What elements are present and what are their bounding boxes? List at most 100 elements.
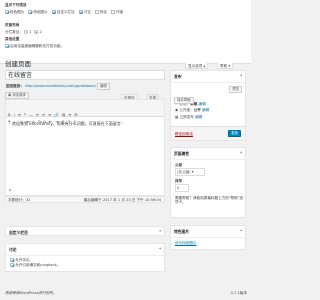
allow-pings-checkbox[interactable] bbox=[10, 263, 14, 268]
add-media-label: 添加媒体 bbox=[12, 93, 26, 97]
chevron-down-icon: ▾ bbox=[228, 63, 231, 68]
columns-radio[interactable] bbox=[34, 30, 39, 34]
chevron-up-icon: ▴ bbox=[203, 63, 206, 68]
columns-option-1[interactable]: 1 bbox=[24, 30, 31, 34]
chevron-up-icon[interactable]: ▴ bbox=[240, 150, 242, 154]
permalink-label: 固定链接： bbox=[6, 84, 24, 88]
screen-option-checkbox[interactable] bbox=[94, 10, 99, 14]
set-featured-image-link[interactable]: 设为特色图片 bbox=[171, 238, 245, 248]
last-edit: 最后编辑于 2017 年 1 月 23 日 下午 10:56:04 bbox=[83, 198, 161, 202]
columns-option-label: 1 bbox=[29, 30, 32, 34]
screen-option-item[interactable]: 别名 bbox=[94, 10, 107, 14]
columns-label: 分栏数目： bbox=[5, 30, 23, 34]
featured-image-header[interactable]: 特色图片 ▴ bbox=[171, 226, 245, 238]
calendar-icon: ▦ bbox=[175, 114, 179, 119]
screen-option-item[interactable]: 自定义栏目 bbox=[51, 10, 75, 14]
allow-pings-label: 允许引用通告和pingback。 bbox=[15, 263, 61, 268]
editor-box: B I ≡ ❝ — ≡ ≡ ≡ 🔗 ⊠ ≡ ⊞ ¶ — U ≡ A T Ω ⇤ ⇥ ↶ ↷? 欢迎来到 ExcelFami… bbox=[5, 99, 165, 196]
columns-row: 分栏数目： 1 2 bbox=[5, 30, 45, 34]
discussion-box: 讨论 ▴ 允许评论。 允许引用通告和pingback。 bbox=[5, 243, 165, 272]
columns-option-2[interactable]: 2 bbox=[34, 30, 42, 34]
toolbar-row-2: ¶ — U ≡ A T Ω ⇤ ⇥ ↶ ↷? bbox=[8, 108, 162, 124]
permalink-url[interactable]: http://www.excelfamily.com/guestbook/ bbox=[25, 84, 96, 88]
publish-header[interactable]: 发布 ▴ bbox=[171, 71, 245, 83]
editor-toolbar: B I ≡ ❝ — ≡ ≡ ≡ 🔗 ⊠ ≡ ⊞ ¶ — U ≡ A T Ω ⇤ ⇥ ↶ ↷? bbox=[6, 100, 164, 124]
visibility-value: 公开 bbox=[193, 108, 201, 113]
allow-pings-row[interactable]: 允许引用通告和pingback。 bbox=[6, 262, 164, 268]
preview-button[interactable]: 预览 bbox=[229, 86, 242, 93]
screen-option-checkbox[interactable] bbox=[51, 10, 56, 14]
custom-fields-box[interactable]: 自定义栏目 ▾ bbox=[5, 226, 165, 239]
visibility-label: 公开度： bbox=[179, 108, 194, 113]
fullheight-checkbox[interactable] bbox=[5, 44, 9, 48]
toolbar-row-1: B I ≡ ❝ — ≡ ≡ ≡ 🔗 ⊠ ≡ ⊞ bbox=[8, 101, 162, 117]
screen-option-label: 特色图片 bbox=[10, 10, 25, 14]
permalink-edit-button[interactable]: 编辑 bbox=[96, 83, 110, 90]
help-tab-label: 帮助 bbox=[220, 63, 228, 68]
chevron-down-icon[interactable]: ▾ bbox=[159, 229, 161, 233]
featured-image-box: 特色图片 ▴ 设为特色图片 bbox=[170, 225, 246, 250]
visibility-edit-link[interactable]: 编辑 bbox=[202, 108, 209, 112]
toolbar-button[interactable]: ¶ bbox=[8, 119, 10, 124]
word-count: 字数统计：31 bbox=[8, 198, 31, 202]
discussion-header[interactable]: 讨论 ▴ bbox=[6, 244, 164, 256]
footer-version: 4.7.1版本 bbox=[230, 291, 247, 295]
page-title: 创建页面 bbox=[5, 60, 31, 68]
media-icon: ▣ bbox=[8, 93, 12, 97]
publish-box: 发布 ▴ 保存草稿 预览 ⚑ 状态：草稿 编辑 ◉ 公开度：公开 编辑 ▦ 立即… bbox=[170, 70, 246, 141]
additional-heading: 其他设置 bbox=[5, 37, 20, 41]
parent-label: 父级 bbox=[175, 163, 183, 167]
featured-image-title: 特色图片 bbox=[174, 228, 190, 234]
screen-option-label: 特色图片 bbox=[33, 10, 48, 14]
custom-fields-header[interactable]: 自定义栏目 ▾ bbox=[6, 227, 164, 239]
page-attributes-box: 页面属性 ▴ 父级 (无父级) ▾ 排序 0 需要帮助？请使用屏幕标题上方的"帮… bbox=[170, 147, 246, 218]
schedule-label: 立即发布 bbox=[179, 114, 194, 119]
custom-fields-title: 自定义栏目 bbox=[9, 229, 28, 235]
screen-option-item[interactable]: 特色图片 bbox=[5, 10, 24, 14]
schedule-row: ▦ 立即发布 编辑 bbox=[171, 114, 245, 120]
screen-option-checkbox[interactable] bbox=[111, 10, 116, 14]
screen-options-tab[interactable]: 显示选项 ▴ bbox=[185, 63, 209, 70]
screen-option-checkbox[interactable] bbox=[78, 10, 83, 14]
trash-link[interactable]: 移至回收站 bbox=[175, 132, 193, 136]
screen-option-item[interactable]: 作者 bbox=[111, 10, 123, 14]
publish-button[interactable]: 发布 bbox=[228, 130, 241, 137]
add-media-button[interactable]: ▣ 添加媒体 bbox=[5, 92, 29, 99]
screen-option-item[interactable]: 特色图片 bbox=[28, 10, 48, 14]
columns-option-label: 2 bbox=[39, 30, 42, 34]
screen-option-label: 讨论 bbox=[83, 10, 91, 14]
eye-icon: ◉ bbox=[175, 108, 179, 113]
screen-option-item[interactable]: 讨论 bbox=[78, 10, 91, 14]
parent-select[interactable]: (无父级) ▾ bbox=[175, 168, 205, 176]
chevron-up-icon[interactable]: ▴ bbox=[240, 228, 242, 232]
chevron-up-icon[interactable]: ▴ bbox=[159, 246, 161, 250]
editor-content[interactable]: 欢迎来到 ExcelFamily，如果有什么问题，可直接在下面留言： bbox=[6, 117, 164, 185]
page-attributes-title: 页面属性 bbox=[174, 150, 190, 156]
title-input[interactable]: 在线留言 bbox=[5, 70, 165, 80]
save-draft-button[interactable]: 保存草稿 bbox=[174, 97, 194, 104]
allow-comments-checkbox[interactable] bbox=[10, 258, 14, 262]
editor-path: p bbox=[9, 187, 12, 192]
screen-options-panel: 显示下列项目 特色图片 特色图片 自定义栏目 讨论 别名 作者 页面布局 分栏数目： 1 2… bbox=[0, 0, 251, 64]
chevron-up-icon[interactable]: ▴ bbox=[240, 73, 242, 77]
editor-status-bar: 字数统计：31 最后编辑于 2017 年 1 月 23 日 下午 10:56:0… bbox=[5, 196, 165, 203]
order-label: 排序 bbox=[175, 178, 183, 183]
screen-option-checkbox[interactable] bbox=[28, 10, 33, 14]
help-tab[interactable]: 帮助 ▾ bbox=[217, 63, 234, 70]
screen-option-label: 作者 bbox=[116, 10, 124, 14]
allow-comments-label: 允许评论。 bbox=[15, 258, 34, 262]
permalink-row: 固定链接： http://www.excelfamily.com/guestbo… bbox=[6, 83, 110, 90]
fullheight-row[interactable]: 启用全高度编辑器和无打扰功能。 bbox=[5, 44, 64, 48]
schedule-edit-link[interactable]: 编辑 bbox=[195, 115, 202, 119]
boxes-list: 特色图片 特色图片 自定义栏目 讨论 别名 作者 bbox=[5, 10, 127, 14]
page-attributes-header[interactable]: 页面属性 ▴ bbox=[171, 148, 245, 160]
footer-thanks: 感谢使用WordPress进行创作。 bbox=[5, 291, 57, 295]
discussion-title: 讨论 bbox=[9, 246, 17, 252]
status-edit-link[interactable]: 编辑 bbox=[199, 102, 206, 106]
boxes-heading: 显示下列项目 bbox=[5, 3, 27, 7]
screen-option-checkbox[interactable] bbox=[5, 10, 9, 14]
columns-radio[interactable] bbox=[24, 30, 29, 34]
fullheight-label: 启用全高度编辑器和无打扰功能。 bbox=[10, 44, 65, 48]
order-input[interactable]: 0 bbox=[175, 184, 189, 192]
parent-select-value: (无父级) bbox=[177, 169, 191, 174]
